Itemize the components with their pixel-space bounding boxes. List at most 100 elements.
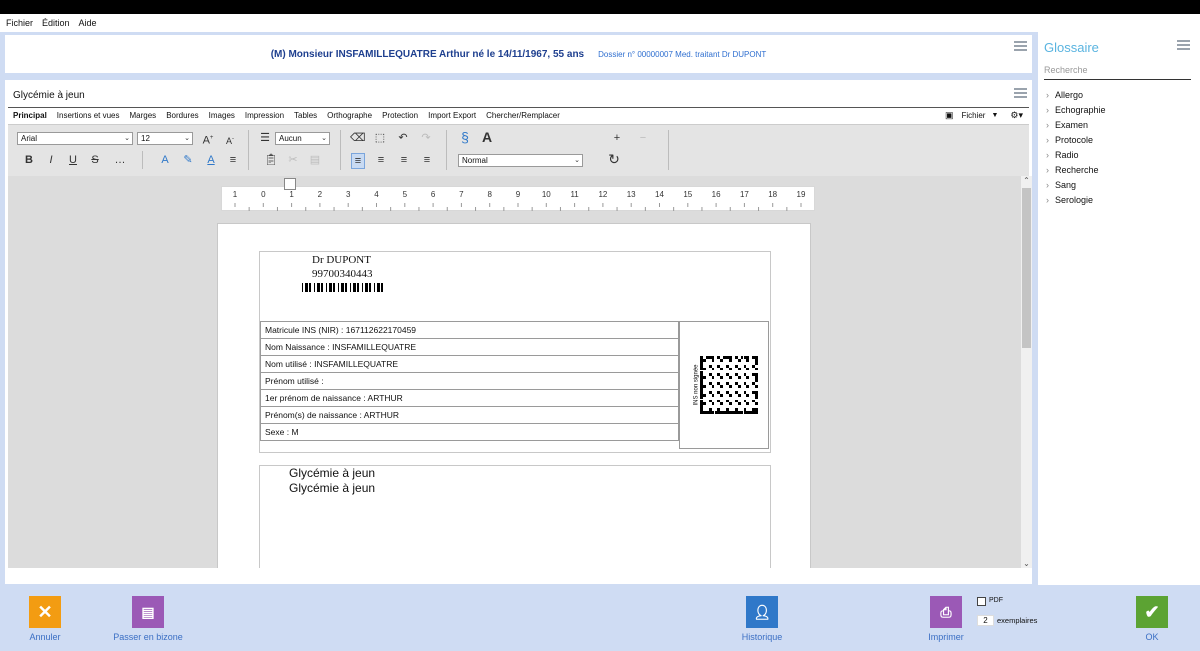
cancel-label[interactable]: Annuler [15, 632, 75, 642]
pdf-checkbox[interactable] [977, 597, 986, 606]
tab-insertions[interactable]: Insertions et vues [52, 111, 125, 120]
add-icon[interactable]: + [610, 131, 624, 145]
datamatrix-cell [729, 358, 732, 362]
tab-marges[interactable]: Marges [125, 111, 162, 120]
datamatrix-cell [702, 367, 706, 371]
dossier-info[interactable]: Dossier n° 00000007 Med. traitant Dr DUP… [598, 50, 766, 59]
tab-principal[interactable]: Principal [8, 111, 52, 120]
clipboard-icon[interactable]: 📋︎ [264, 153, 278, 167]
glossary-search-input[interactable]: Recherche [1044, 62, 1191, 80]
ok-button[interactable]: ✔ [1136, 596, 1168, 628]
scroll-up-icon[interactable]: ⌃ [1021, 176, 1032, 185]
datamatrix-code [700, 356, 758, 414]
print-label[interactable]: Imprimer [916, 632, 976, 642]
ins-header-block: Dr DUPONT 99700340443 Matricule INS (NIR… [259, 251, 771, 453]
editor-menu-icon[interactable] [1014, 88, 1027, 98]
header-menu-icon[interactable] [1014, 41, 1027, 51]
highlight-icon[interactable]: ✎ [181, 153, 195, 167]
datamatrix-box: INS non signée [679, 321, 769, 449]
paste-icon[interactable]: ▤ [308, 153, 322, 167]
cut-icon[interactable]: ✂ [286, 153, 300, 167]
shrink-font-icon[interactable]: A- [223, 132, 237, 148]
font-color-icon[interactable]: A [204, 153, 218, 167]
copies-input[interactable]: 2 [977, 615, 994, 626]
scroll-thumb[interactable] [1022, 188, 1031, 348]
text-effect-icon[interactable]: A [158, 153, 172, 167]
tab-orthographe[interactable]: Orthographe [322, 111, 377, 120]
fichier-dropdown[interactable]: Fichier [961, 111, 985, 120]
datamatrix-cell [711, 393, 715, 397]
glossary-menu-icon[interactable] [1177, 40, 1190, 50]
refresh-icon[interactable]: ↻ [607, 152, 621, 166]
select-all-icon[interactable]: ⬚ [373, 131, 387, 145]
tab-impression[interactable]: Impression [240, 111, 289, 120]
align-center-icon[interactable]: ≡ [374, 153, 388, 167]
datamatrix-cell [720, 393, 724, 397]
tab-chercher[interactable]: Chercher/Remplacer [481, 111, 565, 120]
font-size-select[interactable]: 12 ⌄ [137, 132, 193, 145]
align-left-icon[interactable]: ≡ [351, 153, 365, 169]
glossary-item[interactable]: › Recherche [1046, 165, 1099, 175]
datamatrix-cell [720, 376, 724, 380]
grow-font-icon[interactable]: A+ [201, 131, 215, 148]
glossary-item[interactable]: › Radio [1046, 150, 1079, 160]
more-formatting-icon[interactable]: … [113, 153, 127, 167]
strikethrough-icon[interactable]: S [88, 153, 102, 167]
chevron-down-icon[interactable]: ▼ [991, 112, 998, 119]
redo-icon[interactable]: ↷ [419, 131, 433, 145]
datamatrix-cell [746, 367, 750, 371]
tab-protection[interactable]: Protection [377, 111, 423, 120]
chevron-right-icon: › [1046, 195, 1049, 205]
ins-row: Matricule INS (NIR) : 167112622170459 [260, 321, 679, 339]
history-button[interactable]: 👤︎ [746, 596, 778, 628]
list-style-select[interactable]: Aucun ⌄ [275, 132, 330, 145]
scroll-down-icon[interactable]: ⌄ [1021, 559, 1032, 568]
glossary-item[interactable]: › Protocole [1046, 135, 1093, 145]
first-line-indent-handle[interactable] [284, 178, 296, 190]
eraser-icon[interactable]: ⌫ [350, 131, 366, 145]
tab-bordures[interactable]: Bordures [161, 111, 203, 120]
cancel-button[interactable]: ✕ [29, 596, 61, 628]
datamatrix-cell [755, 402, 758, 406]
barcode-bar [317, 283, 320, 292]
print-button[interactable]: ⎙ [930, 596, 962, 628]
glossary-item[interactable]: › Sang [1046, 180, 1076, 190]
section-icon[interactable]: § [458, 130, 472, 144]
menu-edition[interactable]: Édition [42, 18, 70, 28]
paragraph-icon[interactable]: ≡ [226, 153, 240, 167]
glossary-item[interactable]: › Serologie [1046, 195, 1093, 205]
glossary-item[interactable]: › Echographie [1046, 105, 1106, 115]
menu-fichier[interactable]: Fichier [6, 18, 33, 28]
bizone-button[interactable]: ▤ [132, 596, 164, 628]
align-right-icon[interactable]: ≡ [397, 153, 411, 167]
font-family-select[interactable]: Arial ⌄ [17, 132, 133, 145]
minus-icon[interactable]: − [636, 131, 650, 145]
ruler-number: 3 [345, 190, 351, 199]
gear-icon[interactable]: ⚙▾ [1010, 110, 1023, 121]
chevron-down-icon: ⌄ [124, 135, 130, 142]
ok-label[interactable]: OK [1122, 632, 1182, 642]
glossary-item[interactable]: › Examen [1046, 120, 1088, 130]
list-icon[interactable]: ☰ [258, 131, 272, 145]
glossary-item[interactable]: › Allergo [1046, 90, 1083, 100]
tab-import-export[interactable]: Import Export [423, 111, 481, 120]
italic-icon[interactable]: I [44, 153, 58, 167]
ribbon-tabs: Principal Insertions et vues Marges Bord… [8, 107, 1029, 123]
font-style-icon[interactable]: A [480, 130, 494, 144]
paragraph-style-select[interactable]: Normal ⌄ [458, 154, 583, 167]
menu-aide[interactable]: Aide [79, 18, 97, 28]
history-label[interactable]: Historique [732, 632, 792, 642]
bold-icon[interactable]: B [22, 153, 36, 167]
layout-icon[interactable]: ▣ [945, 110, 954, 121]
underline-icon[interactable]: U [66, 153, 80, 167]
bizone-label[interactable]: Passer en bizone [108, 632, 188, 642]
justify-icon[interactable]: ≡ [420, 153, 434, 167]
tab-tables[interactable]: Tables [289, 111, 322, 120]
tab-images[interactable]: Images [204, 111, 240, 120]
document-page[interactable]: Dr DUPONT 99700340443 Matricule INS (NIR… [217, 223, 811, 568]
barcode-bar [377, 283, 380, 292]
ruler[interactable]: 1 0 1 2 3 4 5 6 7 8 9 10 11 12 13 14 15 16 17 18 19 [221, 178, 815, 211]
undo-icon[interactable]: ↶ [396, 131, 410, 145]
document-area[interactable]: 1 0 1 2 3 4 5 6 7 8 9 10 11 12 13 14 15 16 17 18 19 Dr DUPON… [8, 176, 1021, 568]
body-block[interactable]: Glycémie à jeun Glycémie à jeun [259, 465, 771, 568]
